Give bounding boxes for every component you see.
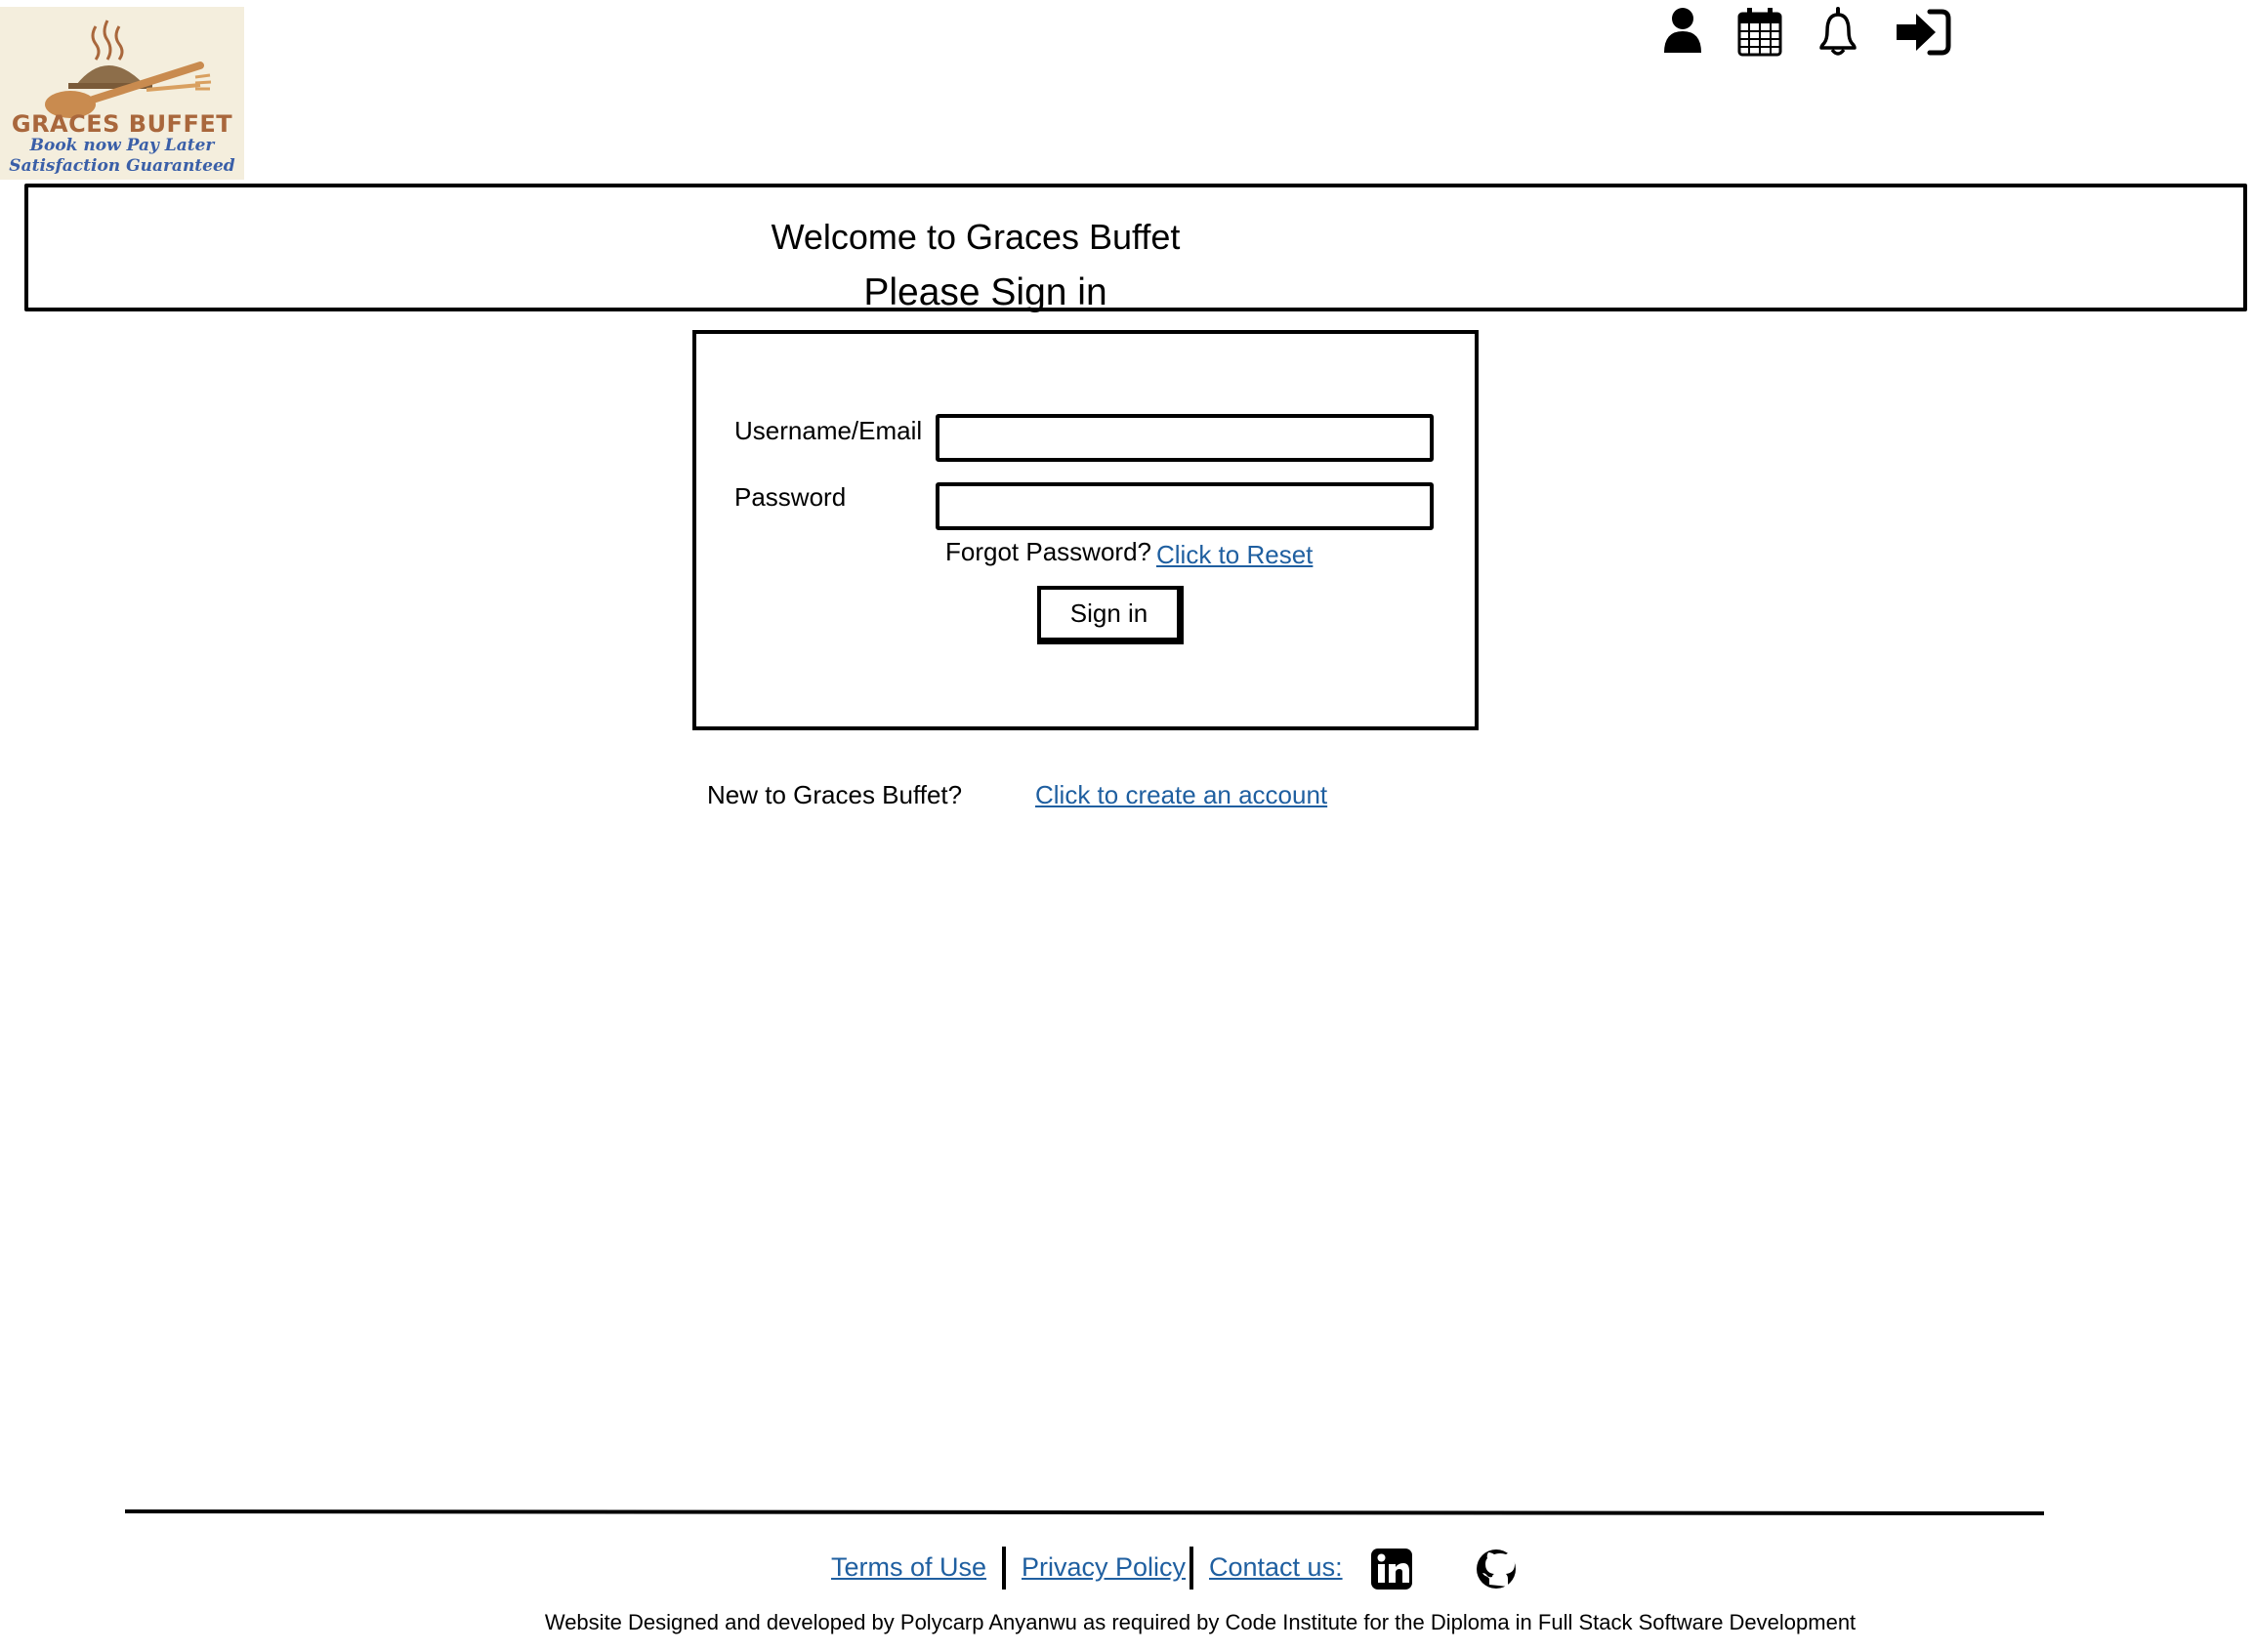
username-input[interactable] [936, 414, 1434, 462]
password-label: Password [734, 482, 847, 512]
reset-password-link[interactable]: Click to Reset [1156, 540, 1313, 570]
user-icon[interactable] [1660, 6, 1705, 55]
forgot-password-text: Forgot Password? [945, 537, 1151, 566]
sign-in-prompt: Please Sign in [863, 271, 1107, 313]
username-label: Username/Email [734, 416, 923, 445]
new-user-text: New to Graces Buffet? [707, 780, 963, 809]
privacy-link[interactable]: Privacy Policy [1022, 1552, 1186, 1583]
logo[interactable]: GRACES BUFFET Book now Pay Later Satisfa… [0, 7, 244, 180]
footer-separator [1002, 1547, 1006, 1590]
github-icon[interactable] [1475, 1548, 1518, 1590]
linkedin-icon[interactable] [1370, 1548, 1413, 1590]
bell-icon[interactable] [1815, 6, 1861, 57]
sign-in-icon[interactable] [1895, 8, 1951, 57]
password-input[interactable] [936, 482, 1434, 530]
terms-link[interactable]: Terms of Use [831, 1552, 986, 1583]
logo-tagline: Book now Pay Later [29, 136, 215, 155]
welcome-heading: Welcome to Graces Buffet [771, 217, 1181, 257]
welcome-banner: Welcome to Graces Buffet Please Sign in [24, 184, 2247, 313]
calendar-icon[interactable] [1736, 6, 1783, 57]
logo-tagline-2: Satisfaction Guaranteed [9, 156, 235, 176]
create-account-link[interactable]: Click to create an account [1035, 780, 1327, 810]
signin-form [692, 330, 1479, 730]
footer-divider [124, 1509, 2045, 1516]
contact-link[interactable]: Contact us: [1209, 1552, 1343, 1583]
logo-title: GRACES BUFFET [11, 110, 233, 138]
sign-in-button[interactable]: Sign in [1037, 586, 1184, 644]
footer-separator [1190, 1547, 1193, 1590]
footer-credit: Website Designed and developed by Polyca… [544, 1610, 1857, 1634]
